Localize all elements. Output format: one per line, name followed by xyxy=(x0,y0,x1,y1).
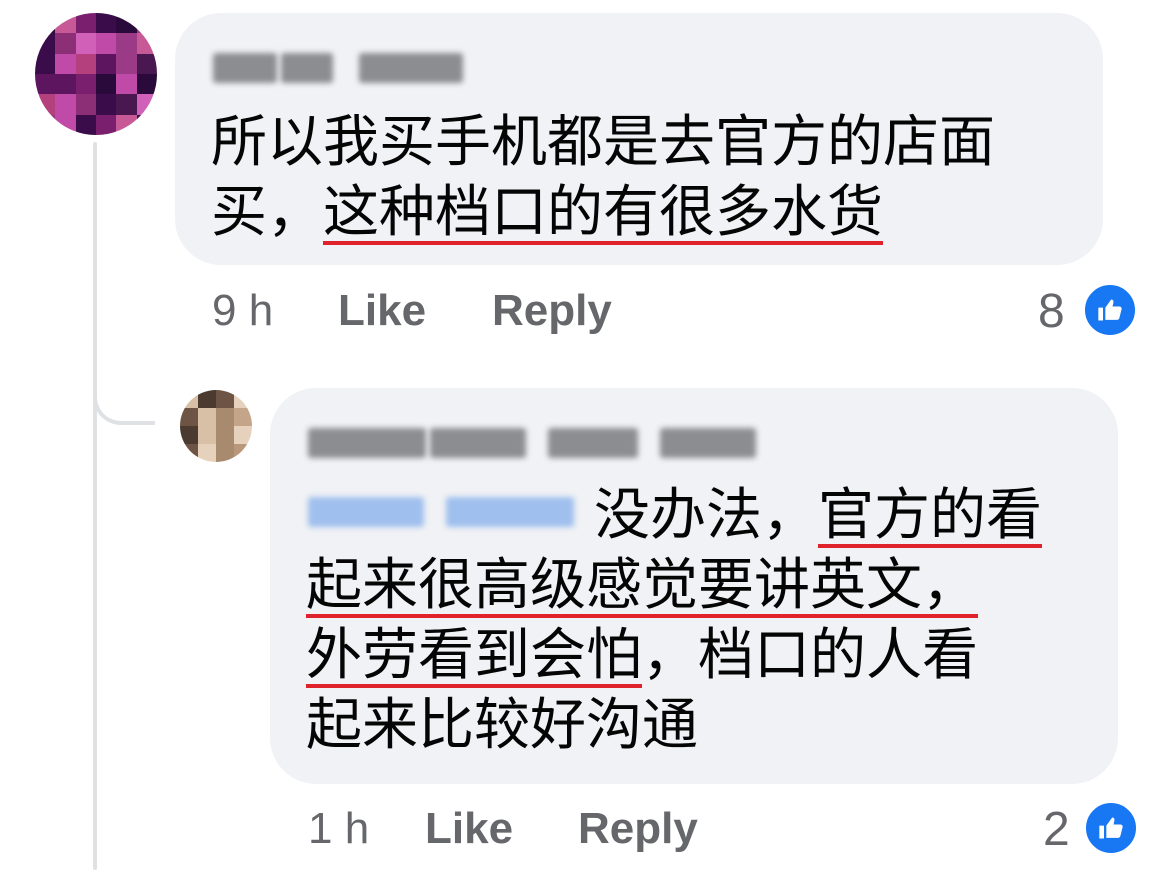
reaction-count[interactable]: 8 xyxy=(1038,284,1065,339)
avatar-pixel xyxy=(198,408,216,426)
avatar-pixel xyxy=(216,408,234,426)
avatar-pixel xyxy=(96,53,117,74)
avatar-pixel xyxy=(75,33,96,54)
avatar-pixel xyxy=(35,114,56,135)
avatar-pixel xyxy=(180,390,198,408)
avatar-pixel xyxy=(116,74,137,95)
avatar-pixel xyxy=(75,114,96,135)
comment-text-line: 所以我买手机都是去官方的店面 xyxy=(211,110,995,175)
avatar-pixel xyxy=(234,390,252,408)
avatar-pixel xyxy=(96,114,117,135)
comment-text-segment: 没办法， xyxy=(594,483,818,548)
avatar-pixel xyxy=(35,33,56,54)
avatar-pixel xyxy=(234,426,252,444)
avatar-pixel xyxy=(116,53,137,74)
comment-text-line: 外劳看到会怕，档口的人看 xyxy=(306,621,1096,691)
avatar-pixel xyxy=(136,74,157,95)
avatar-pixel xyxy=(35,94,56,115)
avatar-pixel xyxy=(198,444,216,462)
avatar-pixel xyxy=(75,74,96,95)
underlined-text: 这种档口的有很多水货 xyxy=(323,180,883,245)
thumbs-up-icon[interactable] xyxy=(1083,800,1139,856)
thread-connector-line xyxy=(93,142,97,870)
avatar-pixel xyxy=(216,444,234,462)
comment-text-segment: 买， xyxy=(211,180,323,245)
underlined-text: 外劳看到会怕 xyxy=(306,623,642,688)
avatar-pixel xyxy=(75,94,96,115)
avatar-pixel xyxy=(55,53,76,74)
like-button[interactable]: Like xyxy=(338,286,426,336)
avatar-pixel xyxy=(180,408,198,426)
like-button[interactable]: Like xyxy=(425,804,513,854)
avatar-pixel xyxy=(136,33,157,54)
avatar-pixel xyxy=(96,94,117,115)
avatar-pixel xyxy=(55,94,76,115)
comment-bubble: 所以我买手机都是去官方的店面 买，这种档口的有很多水货 xyxy=(175,13,1103,265)
avatar-pixel xyxy=(75,13,96,34)
avatar-pixel xyxy=(55,33,76,54)
avatar-pixel xyxy=(198,390,216,408)
avatar-pixel xyxy=(136,13,157,34)
avatar-pixel xyxy=(75,53,96,74)
avatar-pixel xyxy=(116,13,137,34)
avatar-pixel xyxy=(234,444,252,462)
comment-text-line: 起来比较好沟通 xyxy=(306,693,698,758)
avatar-pixel xyxy=(96,13,117,34)
thread-reply-branch xyxy=(93,355,155,425)
avatar-pixel xyxy=(180,444,198,462)
avatar-pixel xyxy=(96,33,117,54)
author-name-blurred[interactable] xyxy=(308,428,756,458)
comment-text-line: 没办法，官方的看 xyxy=(306,481,1096,551)
avatar-pixel xyxy=(198,426,216,444)
avatar-pixel xyxy=(234,408,252,426)
avatar-pixel xyxy=(216,426,234,444)
comment-text-segment: ，档口的人看 xyxy=(642,623,978,688)
underlined-text: 起来很高级感觉要讲英文， xyxy=(306,553,978,618)
avatar-pixel xyxy=(216,390,234,408)
underlined-text: 官方的看 xyxy=(818,483,1042,548)
comment-text-line: 起来很高级感觉要讲英文， xyxy=(306,551,1096,621)
avatar-pixel xyxy=(136,53,157,74)
avatar-pixel xyxy=(136,94,157,115)
comment-timestamp[interactable]: 9 h xyxy=(212,286,273,336)
avatar-pixel xyxy=(35,13,56,34)
comment-text-line: 买，这种档口的有很多水货 xyxy=(211,178,995,248)
avatar-pixel xyxy=(180,426,198,444)
avatar-pixel xyxy=(116,33,137,54)
avatar-pixel xyxy=(55,13,76,34)
avatar-pixel xyxy=(35,53,56,74)
avatar-pixel xyxy=(55,74,76,95)
avatar-pixel xyxy=(116,94,137,115)
avatar[interactable] xyxy=(180,390,252,462)
comment-text: 所以我买手机都是去官方的店面 买，这种档口的有很多水货 xyxy=(211,108,995,248)
thumbs-up-icon[interactable] xyxy=(1082,282,1138,338)
reply-button[interactable]: Reply xyxy=(492,286,612,336)
avatar-pixel xyxy=(35,74,56,95)
comment-timestamp[interactable]: 1 h xyxy=(308,804,369,854)
avatar-pixel xyxy=(55,114,76,135)
comment-text: 没办法，官方的看 起来很高级感觉要讲英文， 外劳看到会怕，档口的人看 起来比较好… xyxy=(306,481,1096,761)
author-name-blurred[interactable] xyxy=(213,53,463,83)
comment-bubble: 没办法，官方的看 起来很高级感觉要讲英文， 外劳看到会怕，档口的人看 起来比较好… xyxy=(270,388,1118,784)
avatar[interactable] xyxy=(35,13,157,135)
avatar-pixel xyxy=(116,114,137,135)
avatar-pixel xyxy=(96,74,117,95)
reply-button[interactable]: Reply xyxy=(578,804,698,854)
reaction-count[interactable]: 2 xyxy=(1043,802,1070,857)
avatar-pixel xyxy=(136,114,157,135)
